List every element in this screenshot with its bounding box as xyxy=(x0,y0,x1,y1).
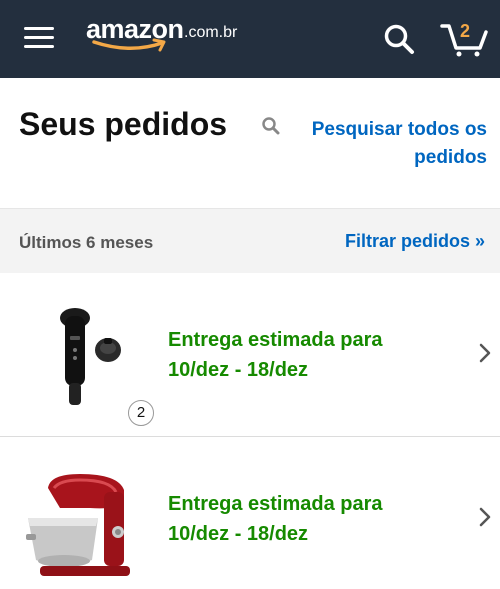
cart-button[interactable]: 2 xyxy=(440,18,488,58)
filter-bar: Últimos 6 meses Filtrar pedidos » xyxy=(0,208,500,273)
page-title: Seus pedidos xyxy=(19,106,228,142)
chevron-right-icon xyxy=(479,343,491,363)
cart-count-badge: 2 xyxy=(460,21,471,41)
delivery-estimate-dates: 10/dez - 18/dez xyxy=(168,359,309,381)
search-all-orders-label-line2: pedidos xyxy=(414,147,487,168)
search-all-orders-label-line1: Pesquisar todos os xyxy=(311,119,487,140)
search-icon xyxy=(262,117,280,135)
smile-arrow-icon xyxy=(92,38,166,52)
top-nav-bar: amazon .com.br 2 xyxy=(0,0,500,78)
delivery-estimate: Entrega estimada para 10/dez - 18/dez xyxy=(168,489,383,549)
filter-orders-link[interactable]: Filtrar pedidos » xyxy=(345,231,485,252)
search-all-orders-link[interactable]: Pesquisar todos os pedidos xyxy=(262,116,487,172)
order-row[interactable]: 2 Entrega estimada para 10/dez - 18/dez xyxy=(0,273,500,437)
hamburger-menu-icon[interactable] xyxy=(24,26,54,50)
quantity-badge: 2 xyxy=(128,400,154,426)
delivery-estimate: Entrega estimada para 10/dez - 18/dez xyxy=(168,325,383,385)
search-button[interactable] xyxy=(383,23,415,55)
amazon-logo[interactable]: amazon .com.br xyxy=(86,14,256,58)
order-row[interactable]: Entrega estimada para 10/dez - 18/dez xyxy=(0,437,500,589)
search-icon xyxy=(384,24,414,54)
delivery-estimate-dates: 10/dez - 18/dez xyxy=(168,523,309,545)
logo-domain: .com.br xyxy=(184,24,238,41)
delivery-estimate-label: Entrega estimada para xyxy=(168,329,383,351)
black-handheld-blender-icon: 2 xyxy=(20,288,154,426)
time-period-label: Últimos 6 meses xyxy=(19,233,154,252)
red-stand-mixer-icon xyxy=(20,452,140,582)
chevron-right-icon xyxy=(479,507,491,527)
delivery-estimate-label: Entrega estimada para xyxy=(168,493,383,515)
